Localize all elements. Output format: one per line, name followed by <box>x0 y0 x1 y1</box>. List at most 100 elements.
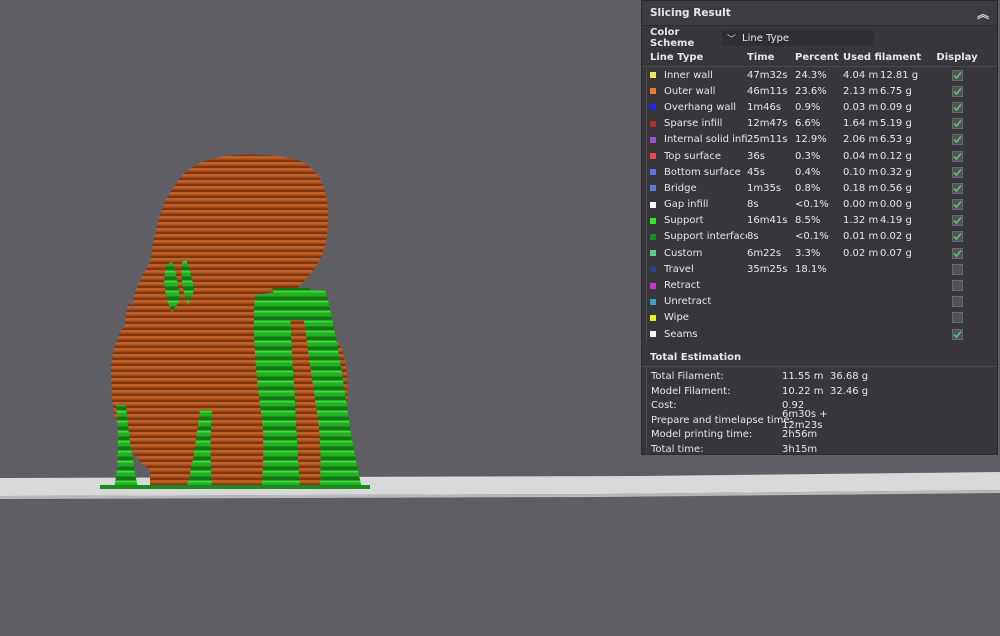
display-checkbox[interactable] <box>951 263 963 275</box>
line-type-cell: Unretract <box>650 296 747 307</box>
checkmark-icon <box>952 330 962 338</box>
line-used-filament: 0.18 m 0.56 g <box>843 183 937 194</box>
color-swatch <box>650 282 656 289</box>
estimation-row: Prepare and timelapse time: 6m30s + 12m23… <box>647 409 997 431</box>
estimation-value: 6m30s + 12m23s <box>782 409 828 432</box>
display-checkbox[interactable] <box>951 85 963 97</box>
used-meters: 4.04 m <box>843 69 879 81</box>
color-scheme-row: Color Scheme ﹀ Line Type <box>642 27 997 49</box>
display-checkbox[interactable] <box>951 231 963 243</box>
display-checkbox[interactable] <box>951 166 963 178</box>
used-meters: 1.32 m <box>843 215 879 227</box>
checkmark-icon <box>952 184 962 193</box>
line-percent: 0.4% <box>795 166 821 178</box>
color-swatch <box>650 153 656 160</box>
checkmark-icon <box>952 120 962 128</box>
used-meters: 2.06 m <box>843 134 879 146</box>
line-used-filament: 0.10 m 0.32 g <box>843 167 937 178</box>
line-type-name: Outer wall <box>664 85 716 97</box>
line-type-cell: Outer wall <box>650 86 747 97</box>
checkmark-icon <box>952 233 962 241</box>
slicing-result-panel: Slicing Result ︽ Color Scheme ﹀ Line Typ… <box>641 0 998 457</box>
line-type-cell: Support interface <box>650 231 747 242</box>
used-grams: 0.32 g <box>880 166 912 178</box>
color-swatch <box>650 233 656 240</box>
estimation-label: Model printing time: <box>651 429 753 441</box>
line-used-filament: 0.00 m 0.00 g <box>843 199 937 210</box>
line-type-cell: Retract <box>650 280 747 291</box>
display-toggle-cell <box>937 150 977 162</box>
display-toggle-cell <box>937 85 977 97</box>
line-type-row: Custom 6m22s 3.3% 0.02 m 0.07 g <box>647 245 993 261</box>
display-checkbox[interactable] <box>951 199 963 211</box>
display-checkbox[interactable] <box>951 150 963 162</box>
display-toggle-cell <box>937 69 977 81</box>
used-meters: 0.18 m <box>843 182 879 194</box>
line-type-row: Overhang wall 1m46s 0.9% 0.03 m 0.09 g <box>647 99 993 115</box>
line-used-filament: 0.03 m 0.09 g <box>843 102 937 113</box>
line-percent: 18.1% <box>795 263 827 275</box>
color-swatch <box>650 217 656 224</box>
line-type-name: Sparse infill <box>664 118 723 130</box>
panel-title: Slicing Result <box>650 7 731 19</box>
display-checkbox[interactable] <box>951 247 963 259</box>
checkmark-icon <box>952 103 962 112</box>
line-percent: 8.5% <box>795 215 821 227</box>
display-toggle-cell <box>937 118 977 130</box>
line-type-row: Bridge 1m35s 0.8% 0.18 m 0.56 g <box>647 180 993 196</box>
line-type-name: Wipe <box>664 312 689 324</box>
line-used-filament: 4.04 m 12.81 g <box>843 70 937 81</box>
display-toggle-cell <box>937 280 977 292</box>
line-type-name: Overhang wall <box>664 101 737 113</box>
estimation-value-secondary: 32.46 g <box>830 385 869 397</box>
color-scheme-dropdown[interactable]: ﹀ Line Type <box>722 30 874 46</box>
estimation-row: Model printing time: 2h56m <box>647 428 997 443</box>
checkmark-icon <box>952 217 962 225</box>
display-toggle-cell <box>937 166 977 178</box>
estimation-label: Prepare and timelapse time: <box>651 414 793 426</box>
estimation-row: Model Filament: 10.22 m 32.46 g <box>647 384 997 399</box>
line-type-row: Wipe <box>647 310 993 326</box>
display-checkbox[interactable] <box>951 215 963 227</box>
display-checkbox[interactable] <box>951 312 963 324</box>
line-time: 47m32s <box>747 69 788 81</box>
used-grams: 0.09 g <box>880 101 912 113</box>
estimation-value: 3h15m <box>782 443 818 455</box>
panel-header: Slicing Result ︽ <box>642 1 997 26</box>
display-checkbox[interactable] <box>951 280 963 292</box>
color-swatch <box>650 169 656 176</box>
display-checkbox[interactable] <box>951 118 963 130</box>
display-checkbox[interactable] <box>951 101 963 113</box>
line-type-name: Unretract <box>664 296 712 308</box>
used-meters: 0.10 m <box>843 166 879 178</box>
line-type-cell: Internal solid infill <box>650 134 747 145</box>
line-type-row: Top surface 36s 0.3% 0.04 m 0.12 g <box>647 148 993 164</box>
line-percent: 6.6% <box>795 118 821 130</box>
estimation-value: 11.55 m <box>782 370 824 382</box>
line-time: 36s <box>747 150 765 162</box>
line-time: 6m22s <box>747 247 782 259</box>
line-used-filament: 1.64 m 5.19 g <box>843 118 937 129</box>
display-checkbox[interactable] <box>951 182 963 194</box>
total-estimation-title: Total Estimation <box>642 348 997 368</box>
used-grams: 0.02 g <box>880 231 912 243</box>
display-checkbox[interactable] <box>951 69 963 81</box>
display-toggle-cell <box>937 296 977 308</box>
display-toggle-cell <box>937 101 977 113</box>
chevron-up-icon[interactable]: ︽ <box>977 5 989 22</box>
checkmark-icon <box>952 71 962 79</box>
color-swatch <box>650 331 656 338</box>
line-percent: <0.1% <box>795 199 829 211</box>
used-meters: 0.03 m <box>843 101 879 113</box>
display-checkbox[interactable] <box>951 296 963 308</box>
display-checkbox[interactable] <box>951 328 963 340</box>
used-grams: 6.53 g <box>880 134 912 146</box>
line-type-name: Top surface <box>664 150 722 162</box>
line-type-name: Inner wall <box>664 69 713 81</box>
line-time: 45s <box>747 166 765 178</box>
display-toggle-cell <box>937 231 977 243</box>
line-time: 1m46s <box>747 101 782 113</box>
display-checkbox[interactable] <box>951 134 963 146</box>
used-grams: 12.81 g <box>880 69 919 81</box>
line-type-row: Seams <box>647 326 993 342</box>
